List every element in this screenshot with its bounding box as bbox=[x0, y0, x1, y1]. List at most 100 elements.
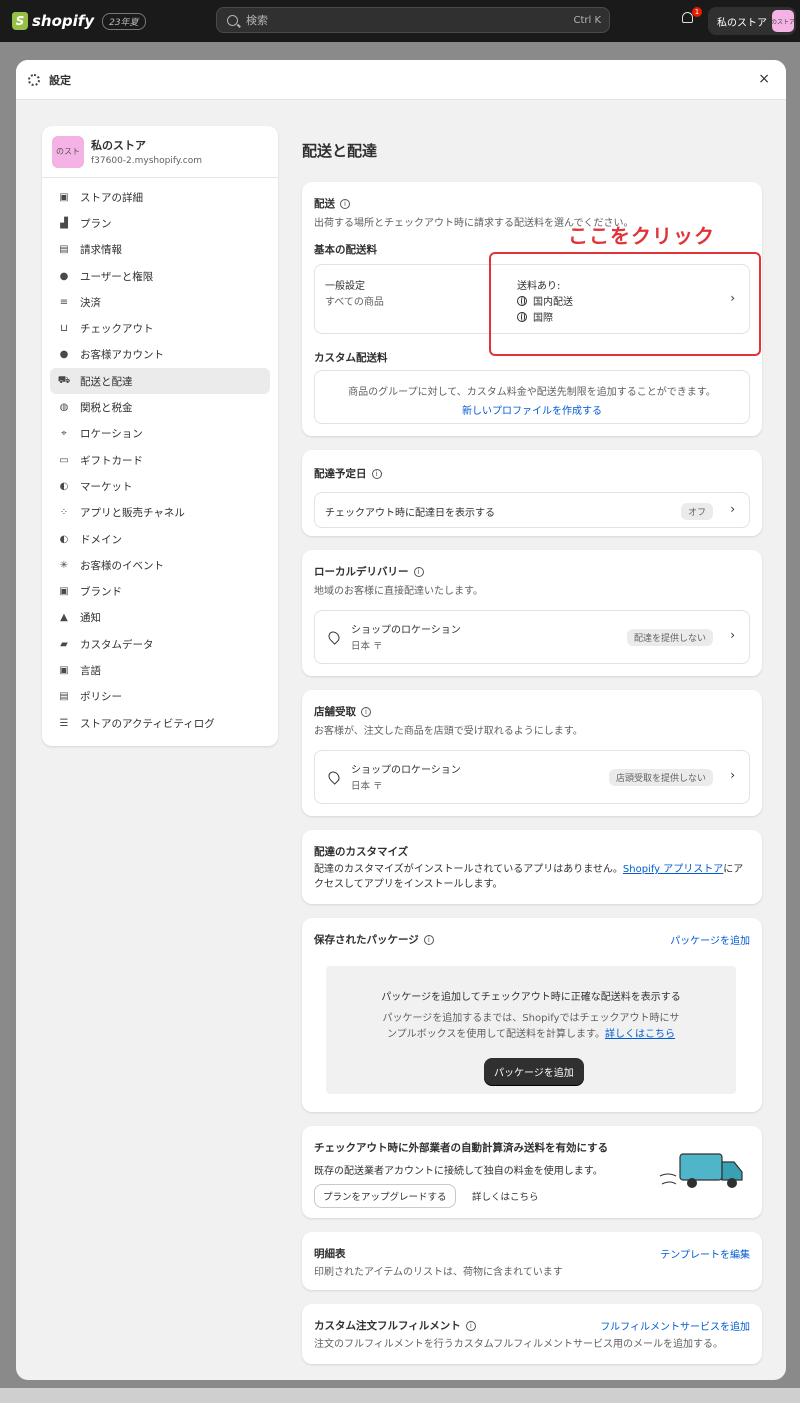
chevron-right-icon: › bbox=[730, 768, 735, 782]
sidebar-item-apps[interactable]: ⁘ アプリと販売チャネル bbox=[50, 500, 270, 526]
modal-title: 設定 bbox=[49, 73, 71, 87]
sidebar-item-cart[interactable]: ⊔ チェックアウト bbox=[50, 315, 270, 341]
sidebar-item-list[interactable]: ☰ ストアのアクティビティログ bbox=[50, 710, 270, 736]
sidebar-item-label: ストアのアクティビティログ bbox=[80, 717, 215, 730]
packing-slip-title: 明細表 bbox=[314, 1248, 346, 1260]
sidebar-item-label: プラン bbox=[80, 217, 112, 230]
add-fulfillment-link[interactable]: フルフィルメントサービスを追加 bbox=[600, 1318, 750, 1333]
location-name: ショップのロケーション bbox=[351, 765, 461, 776]
general-title: 一般設定 bbox=[325, 281, 365, 292]
brand-icon: ▣ bbox=[59, 586, 69, 598]
page-title: 配送と配達 bbox=[302, 142, 378, 160]
sidebar-item-store[interactable]: ▣ ストアの詳細 bbox=[50, 184, 270, 210]
edition-badge[interactable]: 23年夏 bbox=[102, 12, 146, 30]
sidebar-item-label: ギフトカード bbox=[80, 454, 143, 467]
carrier-card: チェックアウト時に外部業者の自動計算済み送料を有効にする 既存の配送業者アカウン… bbox=[302, 1126, 762, 1218]
list-icon: ☰ bbox=[59, 717, 69, 729]
sidebar-item-label: アプリと販売チャネル bbox=[80, 507, 185, 520]
person-icon: ● bbox=[59, 349, 69, 361]
info-icon[interactable]: i bbox=[413, 566, 424, 577]
sidebar-item-globe[interactable]: ◐ マーケット bbox=[50, 473, 270, 499]
search-shortcut: Ctrl K bbox=[573, 14, 601, 26]
store-domain: f37600-2.myshopify.com bbox=[91, 156, 202, 166]
create-profile-link[interactable]: 新しいプロファイルを作成する bbox=[315, 402, 749, 417]
packages-empty-state: パッケージを追加してチェックアウト時に正確な配送料を表示する パッケージを追加す… bbox=[326, 966, 736, 1094]
empty-desc: パッケージを追加するまでは、Shopifyではチェックアウト時にサンプルボックス… bbox=[382, 1013, 680, 1040]
location-icon: ⌖ bbox=[61, 428, 67, 440]
delivery-date-row[interactable]: チェックアウト時に配達日を表示する オフ › bbox=[314, 492, 750, 528]
notification-badge: 1 bbox=[692, 7, 702, 17]
modal-header: 設定 × bbox=[16, 60, 786, 100]
sidebar-item-label: 請求情報 bbox=[80, 244, 122, 257]
upgrade-plan-button[interactable]: プランをアップグレードする bbox=[314, 1184, 456, 1208]
top-bar: S shopify 23年夏 検索 Ctrl K 1 私のストア のストア bbox=[0, 0, 800, 42]
sidebar-item-truck[interactable]: ⛟ 配送と配達 bbox=[50, 368, 270, 395]
sidebar-item-label: ストアの詳細 bbox=[80, 191, 143, 204]
sidebar-item-payments[interactable]: ≡ 決済 bbox=[50, 289, 270, 315]
sidebar-item-domain[interactable]: ◐ ドメイン bbox=[50, 526, 270, 552]
logo-text: shopify bbox=[32, 12, 95, 30]
cart-icon: ⊔ bbox=[60, 323, 68, 335]
add-package-button[interactable]: パッケージを追加 bbox=[484, 1058, 584, 1085]
location-pin-icon bbox=[326, 629, 342, 645]
learn-more-link[interactable]: 詳しくはこちら bbox=[605, 1029, 675, 1040]
sidebar-item-language[interactable]: ▣ 言語 bbox=[50, 657, 270, 683]
events-icon: ✳ bbox=[59, 559, 69, 571]
plan-icon: ▟ bbox=[60, 217, 68, 229]
search-bar[interactable]: 検索 Ctrl K bbox=[216, 7, 610, 33]
store-menu-button[interactable]: 私のストア のストア bbox=[708, 7, 796, 35]
sidebar-item-label: お客様アカウント bbox=[80, 349, 164, 362]
sidebar-item-label: お客様のイベント bbox=[80, 559, 164, 572]
pickup-card: 店舗受取 i お客様が、注文した商品を店頭で受け取れるようにします。 ショップのロ… bbox=[302, 690, 762, 816]
general-sub: すべての商品 bbox=[325, 297, 384, 308]
packages-title: 保存されたパッケージ i bbox=[314, 932, 434, 947]
custom-rates-label: カスタム配送料 bbox=[314, 352, 388, 364]
sidebar-item-data[interactable]: ▰ カスタムデータ bbox=[50, 631, 270, 657]
location-country: 日本 〒 bbox=[351, 781, 383, 792]
sidebar-item-label: ブランド bbox=[80, 586, 122, 599]
custom-fulfillment-desc: 注文のフルフィルメントを行うカスタムフルフィルメントサービス用のメールを追加する… bbox=[314, 1339, 723, 1350]
sidebar-item-brand[interactable]: ▣ ブランド bbox=[50, 578, 270, 604]
custom-rates-desc: 商品のグループに対して、カスタム料金や配送先制限を追加することができます。 bbox=[348, 387, 716, 398]
sidebar-item-users[interactable]: ● ユーザーと権限 bbox=[50, 263, 270, 289]
sidebar-item-events[interactable]: ✳ お客様のイベント bbox=[50, 552, 270, 578]
delivery-date-label: チェックアウト時に配達日を表示する bbox=[325, 508, 495, 519]
status-badge: 店頭受取を提供しない bbox=[608, 769, 713, 786]
info-icon[interactable]: i bbox=[361, 706, 371, 717]
add-package-link[interactable]: パッケージを追加 bbox=[670, 932, 750, 947]
sidebar-item-billing[interactable]: ▤ 請求情報 bbox=[50, 237, 270, 263]
shopify-logo[interactable]: S shopify 23年夏 bbox=[12, 12, 146, 30]
info-icon[interactable]: i bbox=[465, 1320, 476, 1331]
domain-icon: ◐ bbox=[59, 533, 69, 545]
close-icon[interactable]: × bbox=[758, 71, 770, 87]
sidebar-item-person[interactable]: ● お客様アカウント bbox=[50, 342, 270, 368]
carrier-desc: 既存の配送業者アカウントに接続して独自の料金を使用します。 bbox=[314, 1166, 603, 1177]
custom-fulfillment-card: カスタム注文フルフィルメント i 注文のフルフィルメントを行うカスタムフルフィルメ… bbox=[302, 1304, 762, 1364]
sidebar-item-bell[interactable]: ▲ 通知 bbox=[50, 605, 270, 631]
basic-rates-label: 基本の配送料 bbox=[314, 244, 377, 256]
apps-icon: ⁘ bbox=[59, 507, 69, 519]
local-delivery-row[interactable]: ショップのロケーション 日本 〒 配達を提供しない › bbox=[314, 610, 750, 664]
carrier-learn-more-link[interactable]: 詳しくはこちら bbox=[472, 1189, 539, 1203]
sidebar-item-plan[interactable]: ▟ プラン bbox=[50, 210, 270, 236]
settings-sidebar: のスト 私のストア f37600-2.myshopify.com ▣ ストアの詳細… bbox=[42, 126, 278, 746]
language-icon: ▣ bbox=[59, 664, 69, 676]
sidebar-item-tax[interactable]: ◍ 関税と税金 bbox=[50, 394, 270, 420]
notification-button[interactable]: 1 bbox=[682, 7, 702, 26]
info-icon[interactable]: i bbox=[423, 934, 434, 945]
pickup-row[interactable]: ショップのロケーション 日本 〒 店頭受取を提供しない › bbox=[314, 750, 750, 804]
search-icon bbox=[227, 14, 238, 26]
sidebar-item-policy[interactable]: ▤ ポリシー bbox=[50, 684, 270, 710]
info-icon[interactable]: i bbox=[340, 198, 350, 209]
annotation-text: ここをクリック bbox=[568, 224, 715, 248]
sidebar-item-label: ロケーション bbox=[80, 428, 143, 441]
info-icon[interactable]: i bbox=[371, 468, 382, 479]
local-delivery-desc: 地域のお客様に直接配達いたします。 bbox=[314, 586, 483, 597]
sidebar-item-gift-card[interactable]: ▭ ギフトカード bbox=[50, 447, 270, 473]
edit-template-link[interactable]: テンプレートを編集 bbox=[660, 1246, 750, 1261]
app-store-link[interactable]: Shopify アプリストア bbox=[623, 864, 723, 875]
search-placeholder: 検索 bbox=[246, 14, 268, 27]
sidebar-item-location[interactable]: ⌖ ロケーション bbox=[50, 421, 270, 447]
horizontal-scrollbar[interactable] bbox=[0, 1388, 800, 1403]
sidebar-item-label: マーケット bbox=[80, 480, 133, 493]
